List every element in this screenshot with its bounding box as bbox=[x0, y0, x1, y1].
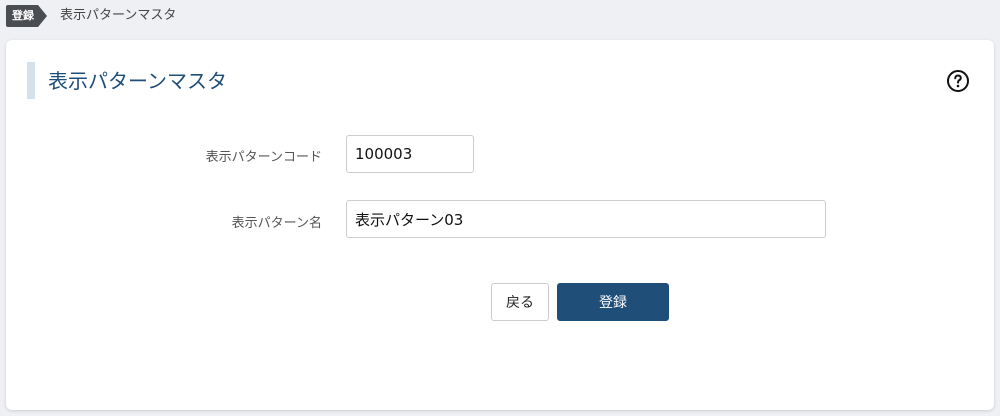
title-accent-bar bbox=[27, 62, 35, 99]
breadcrumb-tag-label: 登録 bbox=[6, 5, 38, 27]
page-title: 表示パターンマスタ bbox=[48, 69, 227, 93]
register-button[interactable]: 登録 bbox=[557, 283, 669, 321]
code-input[interactable] bbox=[346, 135, 474, 173]
breadcrumb-current-page: 表示パターンマスタ bbox=[60, 8, 177, 23]
main-panel: 表示パターンマスタ 表示パターンコード 表示パターン名 戻る 登録 bbox=[6, 40, 994, 410]
back-button[interactable]: 戻る bbox=[491, 283, 549, 321]
breadcrumb-tag: 登録 bbox=[6, 5, 47, 27]
breadcrumb: 登録 表示パターンマスタ bbox=[0, 0, 1000, 34]
name-input[interactable] bbox=[346, 200, 826, 238]
code-label: 表示パターンコード bbox=[205, 150, 322, 165]
question-circle-icon[interactable] bbox=[946, 69, 970, 93]
name-label: 表示パターン名 bbox=[231, 216, 322, 231]
breadcrumb-arrow-icon bbox=[38, 5, 47, 27]
